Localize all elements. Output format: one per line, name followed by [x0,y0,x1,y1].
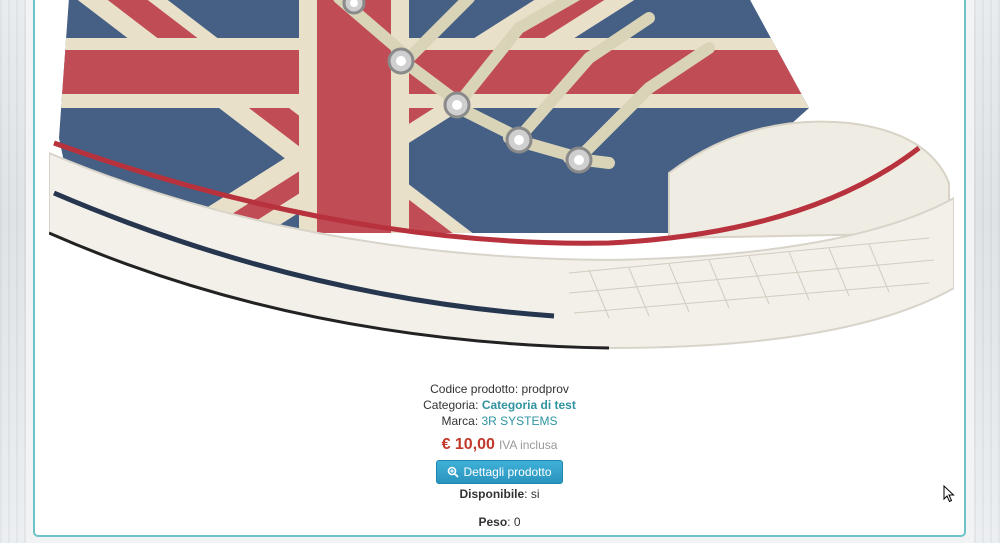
details-button-wrap: Dettagli prodotto [35,455,964,484]
weight-value: 0 [513,515,521,529]
product-category-label: Categoria [423,398,476,412]
availability: Disponibile: si [459,487,540,501]
weight: Peso: 0 [478,515,521,529]
category-link[interactable]: Categoria di test [482,398,576,412]
brand-link[interactable]: 3R SYSTEMS [481,414,557,428]
product-info: Codice prodotto: prodprov Categoria: Cat… [35,381,964,530]
availability-label: Disponibile [459,487,525,501]
weight-label: Peso [478,515,508,529]
product-code: Codice prodotto: prodprov [430,382,569,396]
mouse-pointer-icon [943,485,955,503]
product-card: Codice prodotto: prodprov Categoria: Cat… [33,0,966,537]
vat-note: IVA inclusa [498,438,558,452]
product-brand: Marca: 3R SYSTEMS [441,414,558,428]
background-right [974,0,1000,543]
product-image[interactable] [49,0,954,366]
product-code-value: prodprov [521,382,569,396]
price-line: € 10,00 IVA inclusa [35,435,964,455]
product-price: € 10,00 [441,436,495,453]
details-button[interactable]: Dettagli prodotto [436,460,563,484]
background-left [0,0,26,543]
product-category: Categoria: Categoria di test [423,398,576,412]
availability-value: si [530,487,540,501]
details-button-label: Dettagli prodotto [463,465,552,479]
zoom-in-icon [448,466,460,478]
product-brand-label: Marca [441,414,475,428]
product-code-label: Codice prodotto [430,382,515,396]
